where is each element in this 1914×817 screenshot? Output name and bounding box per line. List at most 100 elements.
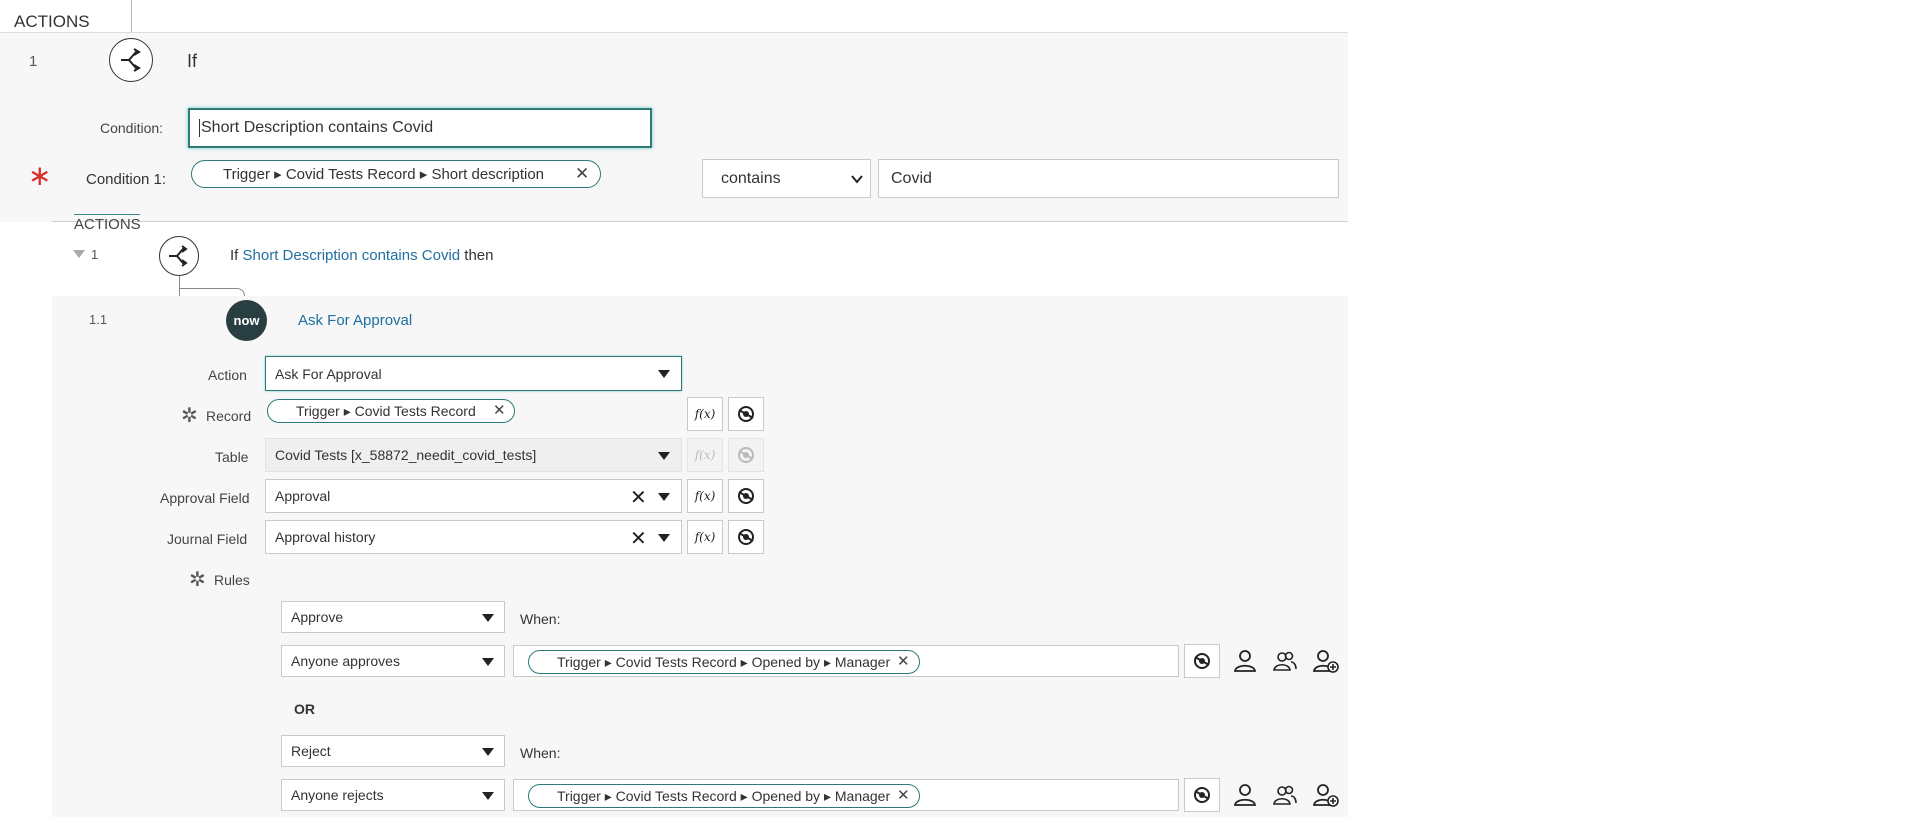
chevron-down-icon — [482, 614, 494, 622]
approve-condition-select[interactable]: Anyone approves — [281, 645, 505, 677]
user-icon[interactable] — [1232, 648, 1258, 674]
operator-select-value: contains — [721, 169, 781, 187]
top-header-sep — [131, 0, 132, 32]
function-icon: f(x) — [694, 530, 716, 544]
value-input-text: Covid — [891, 169, 932, 187]
branch-icon — [159, 236, 199, 276]
when-label-1: When: — [520, 611, 561, 627]
user-icon[interactable] — [1232, 782, 1258, 808]
bottom-header-underline — [74, 214, 140, 215]
table-select-value: Covid Tests [x_58872_needit_covid_tests] — [275, 447, 537, 463]
data-pill-icon — [738, 488, 754, 504]
add-user-icon[interactable] — [1312, 782, 1340, 808]
function-button[interactable]: f(x) — [687, 520, 723, 554]
remove-icon[interactable]: ✕ — [493, 403, 506, 418]
data-pill-icon — [738, 406, 754, 422]
value-input[interactable]: Covid — [878, 159, 1339, 198]
approve-condition-value: Anyone approves — [291, 653, 400, 669]
record-pill[interactable]: Trigger ▸ Covid Tests Record ✕ — [267, 399, 515, 423]
chevron-down-icon — [658, 452, 670, 460]
chevron-down-icon — [658, 534, 670, 542]
group-icon[interactable] — [1272, 648, 1298, 674]
group-icon[interactable] — [1272, 782, 1298, 808]
chevron-down-icon — [658, 493, 670, 501]
journal-field-select[interactable]: Approval history ✕ — [265, 520, 682, 554]
data-pill-icon — [738, 529, 754, 545]
approval-field-select[interactable]: Approval ✕ — [265, 479, 682, 513]
chevron-down-icon — [658, 370, 670, 378]
reject-user-pill-text: Trigger ▸ Covid Tests Record ▸ Opened by… — [557, 787, 891, 804]
reject-select-value: Reject — [291, 743, 331, 759]
add-user-icon[interactable] — [1312, 648, 1340, 674]
remove-icon[interactable]: ✕ — [575, 165, 589, 182]
if-condition-link[interactable]: Short Description contains Covid — [243, 247, 461, 264]
bottom-actions-header: ACTIONS — [74, 216, 141, 229]
chevron-down-icon — [482, 658, 494, 666]
data-pill-picker-button[interactable] — [1184, 778, 1220, 812]
top-header-strip — [0, 0, 1348, 33]
condition1-label: Condition 1: — [86, 171, 167, 188]
now-logo: now — [226, 300, 267, 341]
or-label: OR — [294, 701, 315, 717]
chevron-down-icon — [482, 792, 494, 800]
bottom-panel-top-line — [52, 221, 1348, 222]
function-button-disabled: f(x) — [687, 438, 723, 472]
reject-condition-value: Anyone rejects — [291, 787, 384, 803]
approve-select-value: Approve — [291, 609, 344, 625]
action-select-value: Ask For Approval — [275, 365, 382, 382]
function-icon: f(x) — [694, 489, 716, 503]
journal-field-value: Approval history — [275, 529, 376, 545]
collapse-icon[interactable] — [73, 250, 85, 258]
required-asterisk: ✲ — [181, 405, 198, 427]
function-icon: f(x) — [694, 407, 716, 421]
condition-input-value: Short Description contains Covid — [201, 119, 434, 136]
condition1-pill[interactable]: Trigger ▸ Covid Tests Record ▸ Short des… — [191, 160, 601, 188]
data-pill-icon — [1194, 653, 1210, 669]
data-pill-icon — [1194, 787, 1210, 803]
operator-select[interactable]: contains — [702, 159, 871, 198]
journal-field-label: Journal Field — [167, 531, 248, 547]
chevron-down-icon — [851, 175, 863, 184]
reject-users-input[interactable]: Trigger ▸ Covid Tests Record ▸ Opened by… — [513, 779, 1179, 811]
when-label-2: When: — [520, 745, 561, 761]
record-label: Record — [206, 408, 252, 424]
branch-icon — [109, 38, 153, 82]
required-asterisk: ✲ — [189, 569, 206, 591]
top-actions-header: ACTIONS — [14, 12, 90, 31]
required-asterisk: ∗ — [28, 160, 52, 191]
remove-icon[interactable]: ✕ — [897, 654, 910, 669]
data-pill-picker-button-disabled — [728, 438, 764, 472]
top-step-label: If — [187, 51, 198, 71]
approve-user-pill[interactable]: Trigger ▸ Covid Tests Record ▸ Opened by… — [528, 650, 920, 674]
condition-label: Condition: — [100, 120, 164, 136]
rules-label: Rules — [214, 572, 250, 588]
function-button[interactable]: f(x) — [687, 479, 723, 513]
condition1-pill-text: Trigger ▸ Covid Tests Record ▸ Short des… — [223, 166, 545, 183]
table-select: Covid Tests [x_58872_needit_covid_tests] — [265, 438, 682, 472]
data-pill-picker-button[interactable] — [728, 520, 764, 554]
reject-condition-select[interactable]: Anyone rejects — [281, 779, 505, 811]
if-suffix: then — [464, 247, 494, 264]
action-label: Action — [208, 367, 247, 383]
bottom-step-number: 1 — [91, 247, 99, 262]
action-select[interactable]: Ask For Approval — [265, 356, 682, 391]
top-step-number: 1 — [29, 53, 38, 70]
data-pill-picker-button[interactable] — [728, 479, 764, 513]
substep-title[interactable]: Ask For Approval — [298, 312, 412, 329]
function-icon: f(x) — [694, 448, 716, 462]
function-button[interactable]: f(x) — [687, 397, 723, 431]
approve-select[interactable]: Approve — [281, 601, 505, 633]
data-pill-picker-button[interactable] — [1184, 644, 1220, 678]
reject-user-pill[interactable]: Trigger ▸ Covid Tests Record ▸ Opened by… — [528, 784, 920, 808]
clear-icon[interactable]: ✕ — [630, 485, 647, 510]
approve-user-pill-text: Trigger ▸ Covid Tests Record ▸ Opened by… — [557, 653, 891, 670]
condition-input[interactable]: Short Description contains Covid — [188, 108, 652, 148]
now-logo-text: now — [233, 313, 260, 328]
substep-number: 1.1 — [89, 312, 108, 327]
remove-icon[interactable]: ✕ — [897, 788, 910, 803]
approve-users-input[interactable]: Trigger ▸ Covid Tests Record ▸ Opened by… — [513, 645, 1179, 677]
data-pill-picker-button[interactable] — [728, 397, 764, 431]
clear-icon[interactable]: ✕ — [630, 526, 647, 551]
tree-connector-horizontal — [179, 288, 245, 296]
reject-select[interactable]: Reject — [281, 735, 505, 767]
